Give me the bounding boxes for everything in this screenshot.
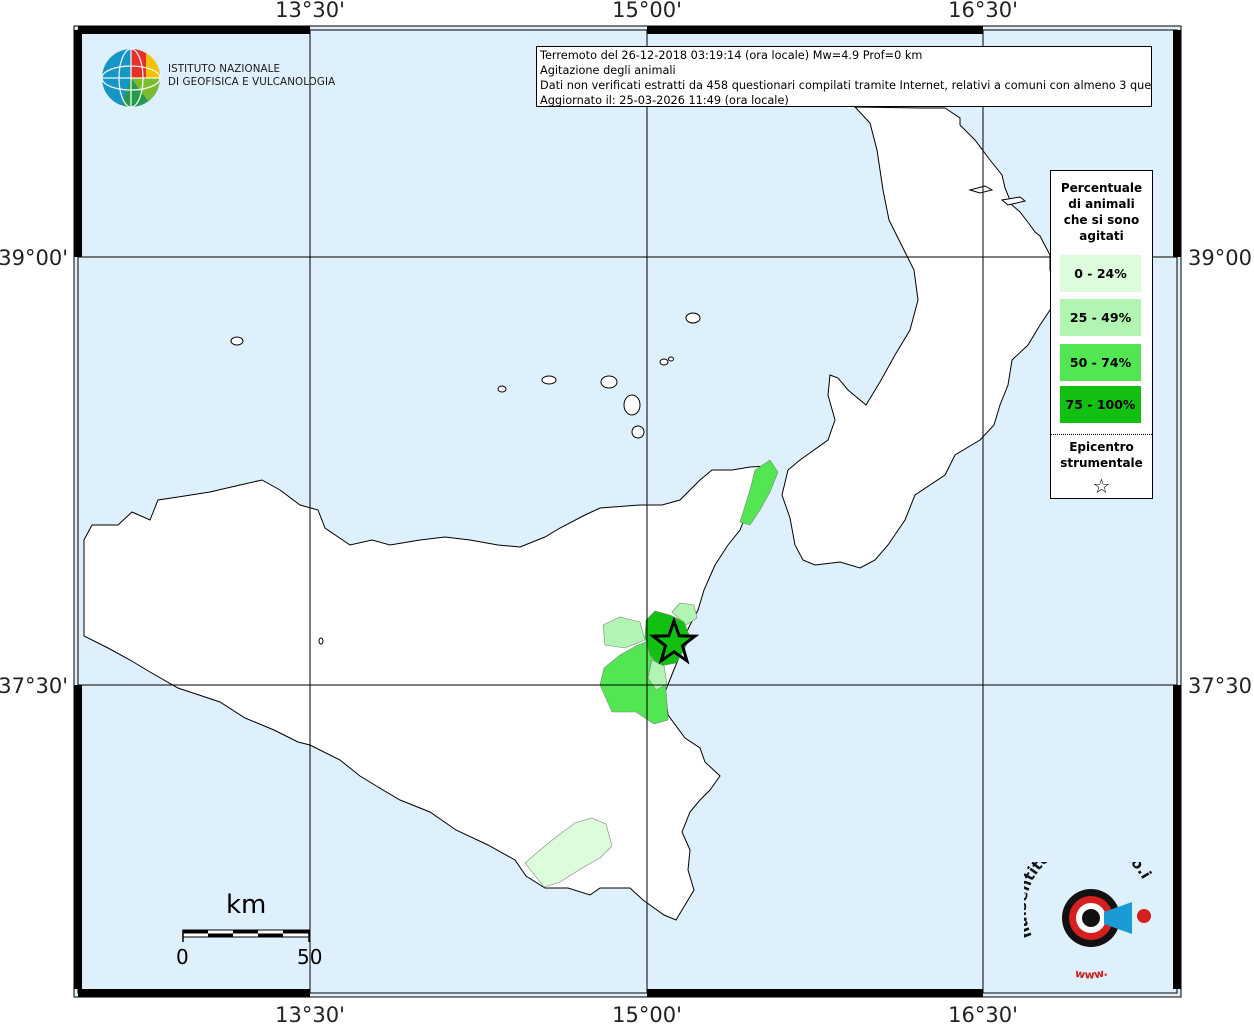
lat-tick-right: 37°30': [1188, 674, 1254, 698]
lat-tick-left: 37°30': [0, 674, 68, 698]
legend-star-icon: ☆: [1092, 474, 1111, 498]
legend-class-1: 25 - 49%: [1060, 299, 1141, 336]
haisentito-logo: haisentitoilterremoto.it www.: [1024, 862, 1155, 980]
lon-tick-top: 15°00': [612, 0, 682, 22]
update-time: Aggiornato il: 25-03-2026 11:49 (ora loc…: [540, 94, 789, 107]
watermark-prefix: www.: [1074, 966, 1109, 980]
data-note: Dati non verificati estratti da 458 ques…: [540, 79, 1152, 92]
ingv-name: ISTITUTO NAZIONALE DI GEOFISICA E VULCAN…: [168, 63, 335, 89]
legend-title: Percentuale di animali che si sono agita…: [1051, 180, 1152, 244]
legend-class-0: 0 - 24%: [1060, 255, 1141, 292]
lon-tick-bottom: 15°00': [612, 1003, 682, 1024]
legend-title-line: agitati: [1079, 229, 1124, 243]
lon-tick-top: 16°30': [948, 0, 1018, 22]
map-subject: Agitazione degli animali: [540, 64, 676, 77]
legend-title-line: che si sono: [1063, 213, 1140, 227]
legend-epicenter-line: strumentale: [1060, 456, 1143, 470]
lat-tick-left: 39°00': [0, 246, 68, 270]
legend-epicenter-line: Epicentro: [1069, 440, 1134, 454]
legend-divider: [1051, 434, 1152, 435]
legend-title-line: Percentuale: [1060, 181, 1143, 195]
ingv-logo: ISTITUTO NAZIONALE DI GEOFISICA E VULCAN…: [100, 47, 335, 111]
scale-unit: km: [226, 890, 267, 920]
scale-min-label: 0: [176, 945, 189, 969]
question-badge-icon: [1137, 909, 1151, 923]
legend-epicenter-label: Epicentro strumentale: [1051, 439, 1152, 471]
lon-tick-bottom: 13°30': [275, 1003, 345, 1024]
legend-class-3: 75 - 100%: [1060, 386, 1141, 423]
globe-icon: [101, 48, 161, 108]
legend: Percentuale di animali che si sono agita…: [1050, 170, 1153, 499]
lon-tick-bottom: 16°30': [948, 1003, 1018, 1024]
lon-tick-top: 13°30': [275, 0, 345, 22]
ingv-name-line2: DI GEOFISICA E VULCANOLOGIA: [168, 76, 336, 88]
legend-class-2: 50 - 74%: [1060, 344, 1141, 381]
scale-max-label: 50: [297, 945, 323, 969]
event-line: Terremoto del 26-12-2018 03:19:14 (ora l…: [540, 49, 923, 62]
earthquake-info-box: Terremoto del 26-12-2018 03:19:14 (ora l…: [536, 46, 1152, 107]
legend-title-line: di animali: [1068, 197, 1135, 211]
ingv-name-line1: ISTITUTO NAZIONALE: [168, 63, 281, 75]
lat-tick-right: 39°00': [1188, 246, 1254, 270]
